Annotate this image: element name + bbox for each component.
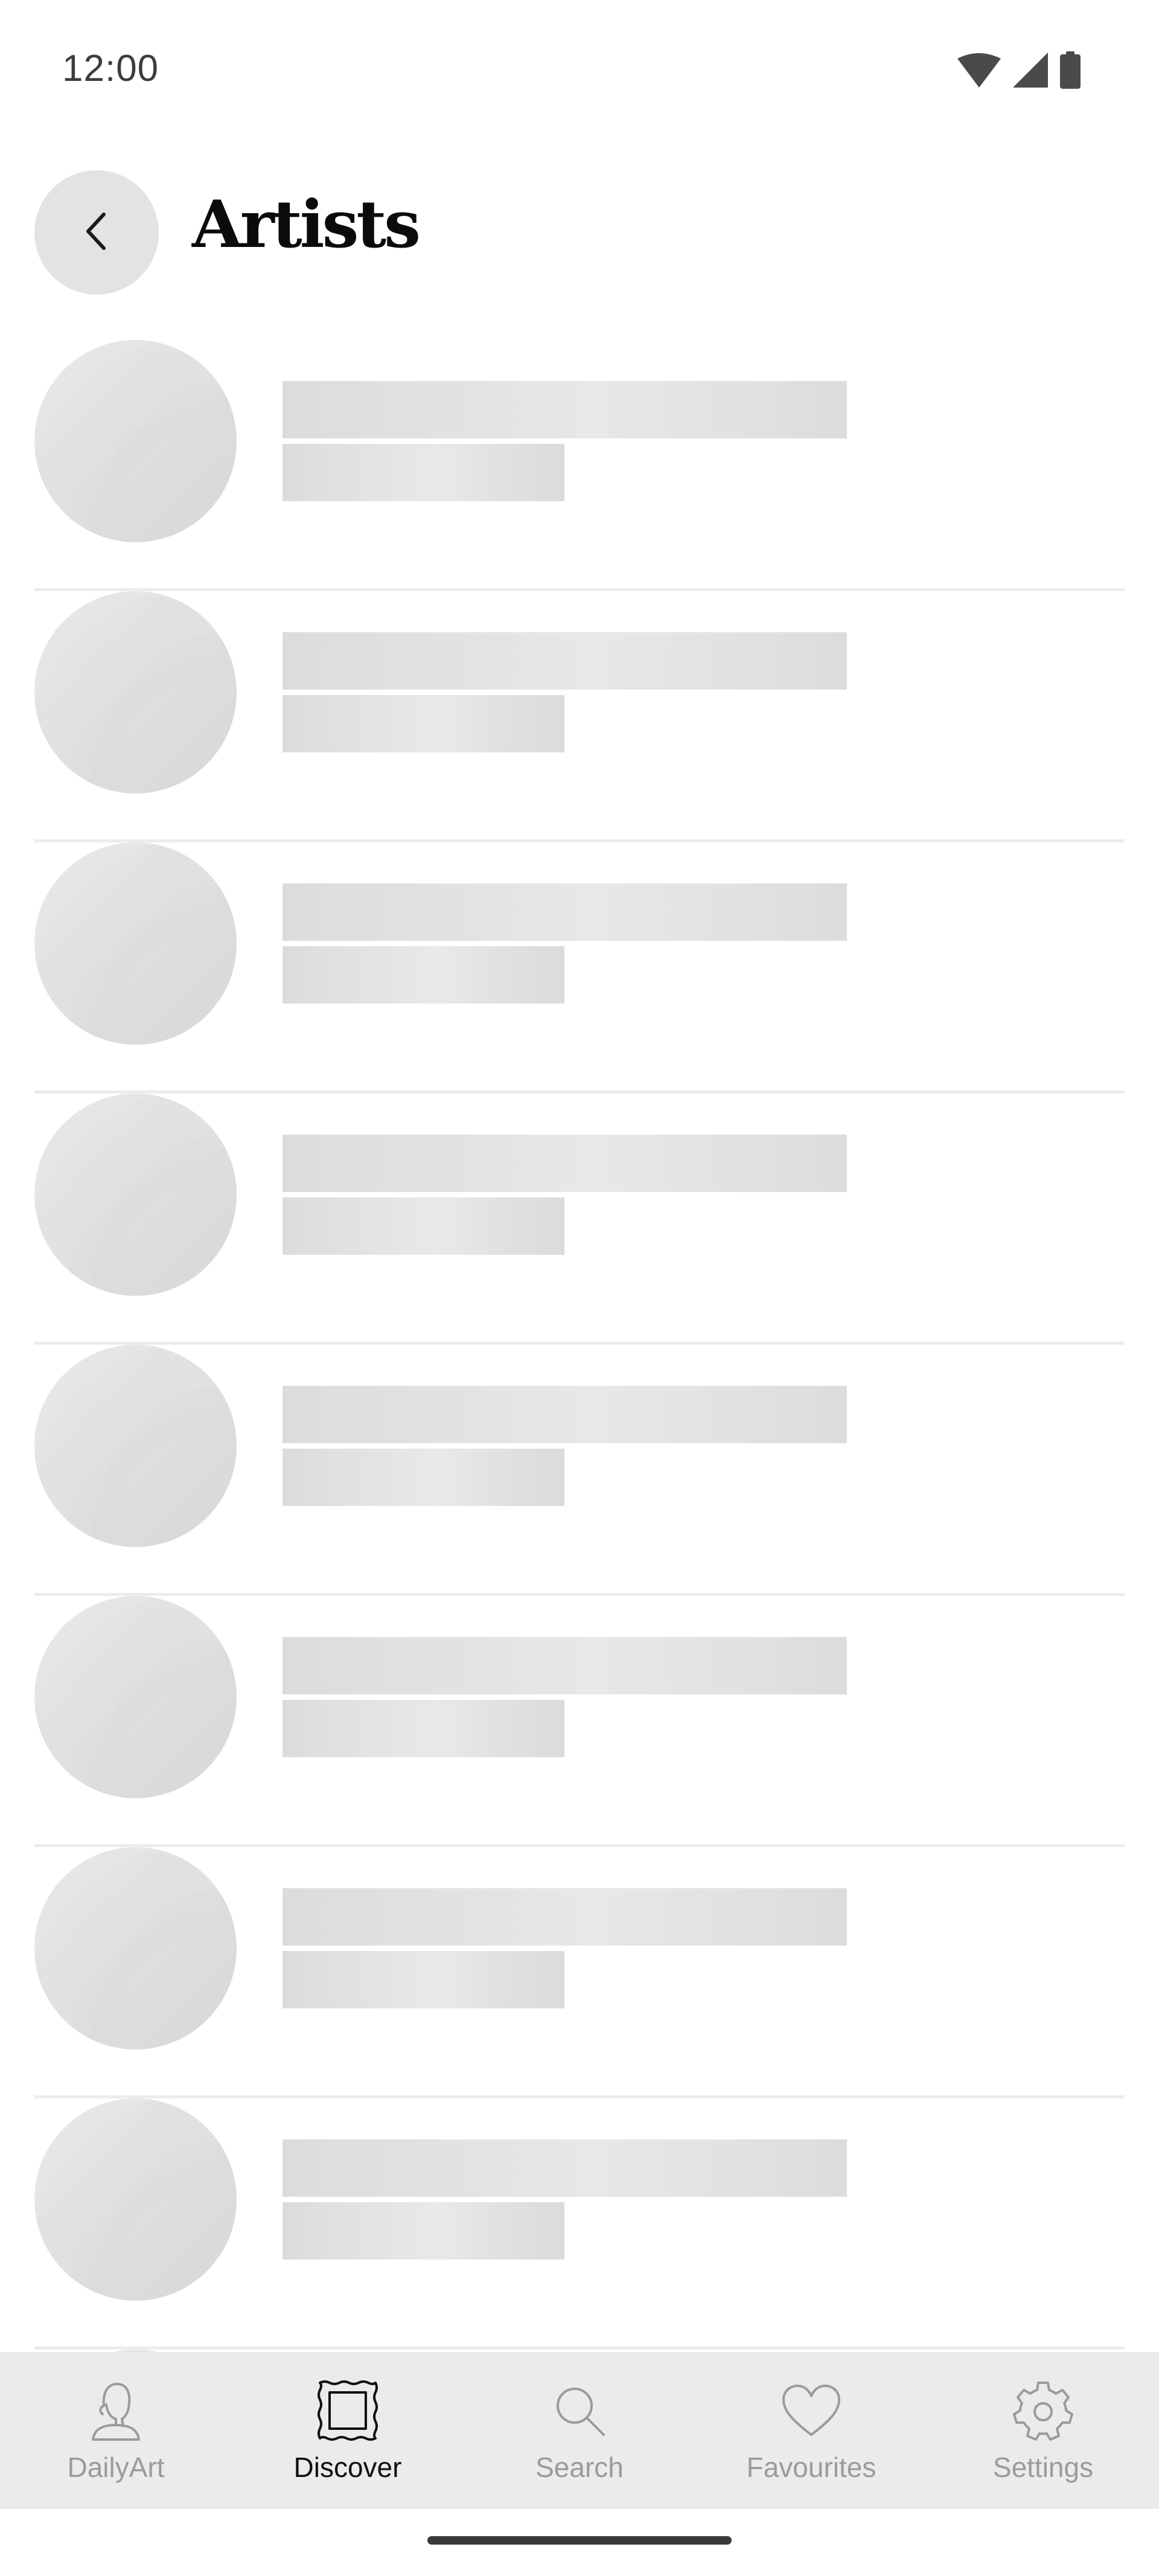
nav-label-settings: Settings <box>992 2452 1094 2483</box>
page-title: Artists <box>192 187 421 263</box>
nav-label-discover: Discover <box>293 2452 402 2483</box>
bust-statue-icon <box>83 2377 149 2444</box>
artist-list-item-placeholder[interactable] <box>34 591 1125 842</box>
picture-frame-icon <box>314 2377 381 2444</box>
bottom-nav: DailyArt Discover Search Favourites Sett… <box>0 2352 1159 2509</box>
artist-avatar-placeholder <box>34 1847 237 2049</box>
artist-avatar-placeholder <box>34 842 237 1045</box>
artist-name-placeholder <box>283 883 847 941</box>
nav-label-dailyart: DailyArt <box>67 2452 165 2483</box>
heart-icon <box>778 2377 845 2444</box>
chevron-left-icon <box>82 210 111 256</box>
artist-name-placeholder <box>283 1135 847 1192</box>
artist-meta-placeholder <box>283 1700 564 1757</box>
artist-avatar-placeholder <box>34 1094 237 1296</box>
artist-name-placeholder <box>283 1888 847 1946</box>
gear-icon <box>1010 2377 1076 2444</box>
nav-label-search: Search <box>535 2452 624 2483</box>
artist-name-placeholder <box>283 2139 847 2197</box>
artist-avatar-placeholder <box>34 340 237 542</box>
artist-list-item-placeholder[interactable] <box>34 340 1125 591</box>
artist-avatar-placeholder <box>34 591 237 793</box>
artist-avatar-placeholder <box>34 2098 237 2301</box>
nav-item-search[interactable]: Search <box>464 2352 695 2509</box>
artist-name-placeholder <box>283 381 847 438</box>
artist-list-item-placeholder[interactable] <box>34 1596 1125 1847</box>
artist-meta-placeholder <box>283 1197 564 1255</box>
search-icon <box>546 2377 613 2444</box>
nav-item-discover[interactable]: Discover <box>232 2352 464 2509</box>
gesture-bar[interactable] <box>427 2536 732 2545</box>
nav-item-favourites[interactable]: Favourites <box>695 2352 927 2509</box>
artist-list-item-placeholder[interactable] <box>34 1847 1125 2098</box>
artist-list-item-placeholder[interactable] <box>34 2098 1125 2350</box>
nav-item-settings[interactable]: Settings <box>927 2352 1159 2509</box>
artist-meta-placeholder <box>283 946 564 1004</box>
artist-name-placeholder <box>283 1637 847 1694</box>
artist-avatar-placeholder <box>34 1596 237 1798</box>
artist-list-item-placeholder[interactable] <box>34 1345 1125 1596</box>
artist-list[interactable] <box>0 0 1159 2352</box>
nav-item-dailyart[interactable]: DailyArt <box>0 2352 232 2509</box>
artist-list-item-placeholder[interactable] <box>34 1094 1125 1345</box>
back-button[interactable] <box>34 170 159 295</box>
artist-list-item-placeholder[interactable] <box>34 842 1125 1094</box>
artist-meta-placeholder <box>283 444 564 501</box>
nav-label-favourites: Favourites <box>746 2452 876 2483</box>
artist-meta-placeholder <box>283 1951 564 2008</box>
artist-meta-placeholder <box>283 695 564 752</box>
artist-meta-placeholder <box>283 2202 564 2260</box>
artist-name-placeholder <box>283 632 847 690</box>
artist-meta-placeholder <box>283 1449 564 1506</box>
artist-name-placeholder <box>283 1386 847 1443</box>
artist-avatar-placeholder <box>34 1345 237 1547</box>
